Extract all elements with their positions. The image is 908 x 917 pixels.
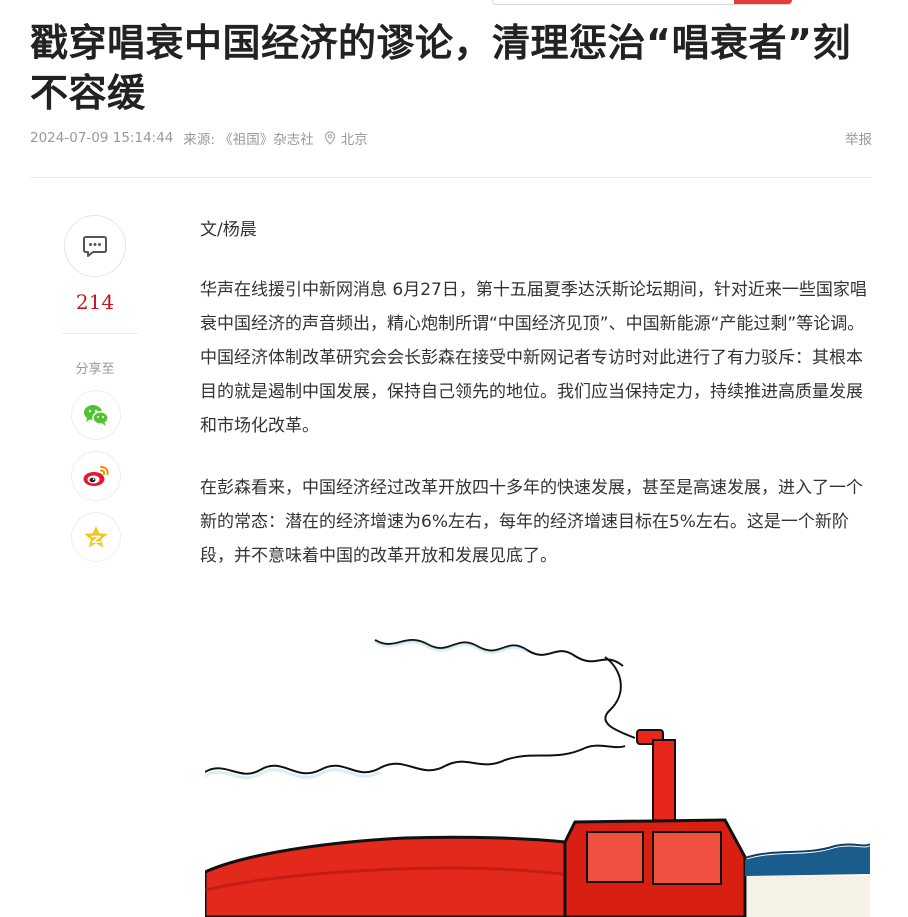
sidebar-divider (62, 333, 138, 334)
article-source: 来源: 《祖国》杂志社 (183, 132, 314, 148)
qzone-star-icon (84, 526, 108, 548)
share-qzone-button[interactable] (71, 512, 121, 562)
article-paragraph: 华声在线援引中新网消息 6月27日，第十五届夏季达沃斯论坛期间，针对近来一些国家… (200, 280, 867, 436)
share-weibo-button[interactable] (71, 451, 121, 501)
article-meta: 2024-07-09 15:14:44 来源: 《祖国》杂志社 北京 举报 (30, 128, 872, 148)
page-title: 戳穿唱衰中国经济的谬论，清理惩治“唱衰者”刻不容缓 (30, 21, 851, 115)
comment-button[interactable] (64, 215, 126, 277)
header-divider (30, 177, 872, 178)
wechat-icon (84, 405, 109, 426)
article-body: 文/杨晨 华声在线援引中新网消息 6月27日，第十五届夏季达沃斯论坛期间，针对近… (200, 213, 872, 573)
article-illustration (205, 632, 870, 917)
article-sidebar: 214 分享至 (62, 215, 142, 562)
share-label: 分享至 (75, 362, 115, 377)
search-button-fragment[interactable] (734, 0, 792, 4)
publish-date: 2024-07-09 15:14:44 (30, 130, 174, 146)
share-wechat-button[interactable] (71, 390, 121, 440)
report-link[interactable]: 举报 (845, 128, 872, 148)
comment-icon (83, 236, 107, 257)
location: 北京 (324, 128, 378, 148)
weibo-icon (83, 466, 109, 486)
article-paragraph: 在彭森看来，中国经济经过改革开放四十多年的快速发展，甚至是高速发展，进入了一个新… (200, 478, 863, 566)
location-label: 北京 (340, 132, 368, 148)
search-bar-fragment[interactable] (492, 0, 792, 5)
location-pin-icon (324, 131, 335, 145)
comment-count[interactable]: 214 (62, 290, 128, 314)
author-line: 文/杨晨 (200, 220, 257, 240)
